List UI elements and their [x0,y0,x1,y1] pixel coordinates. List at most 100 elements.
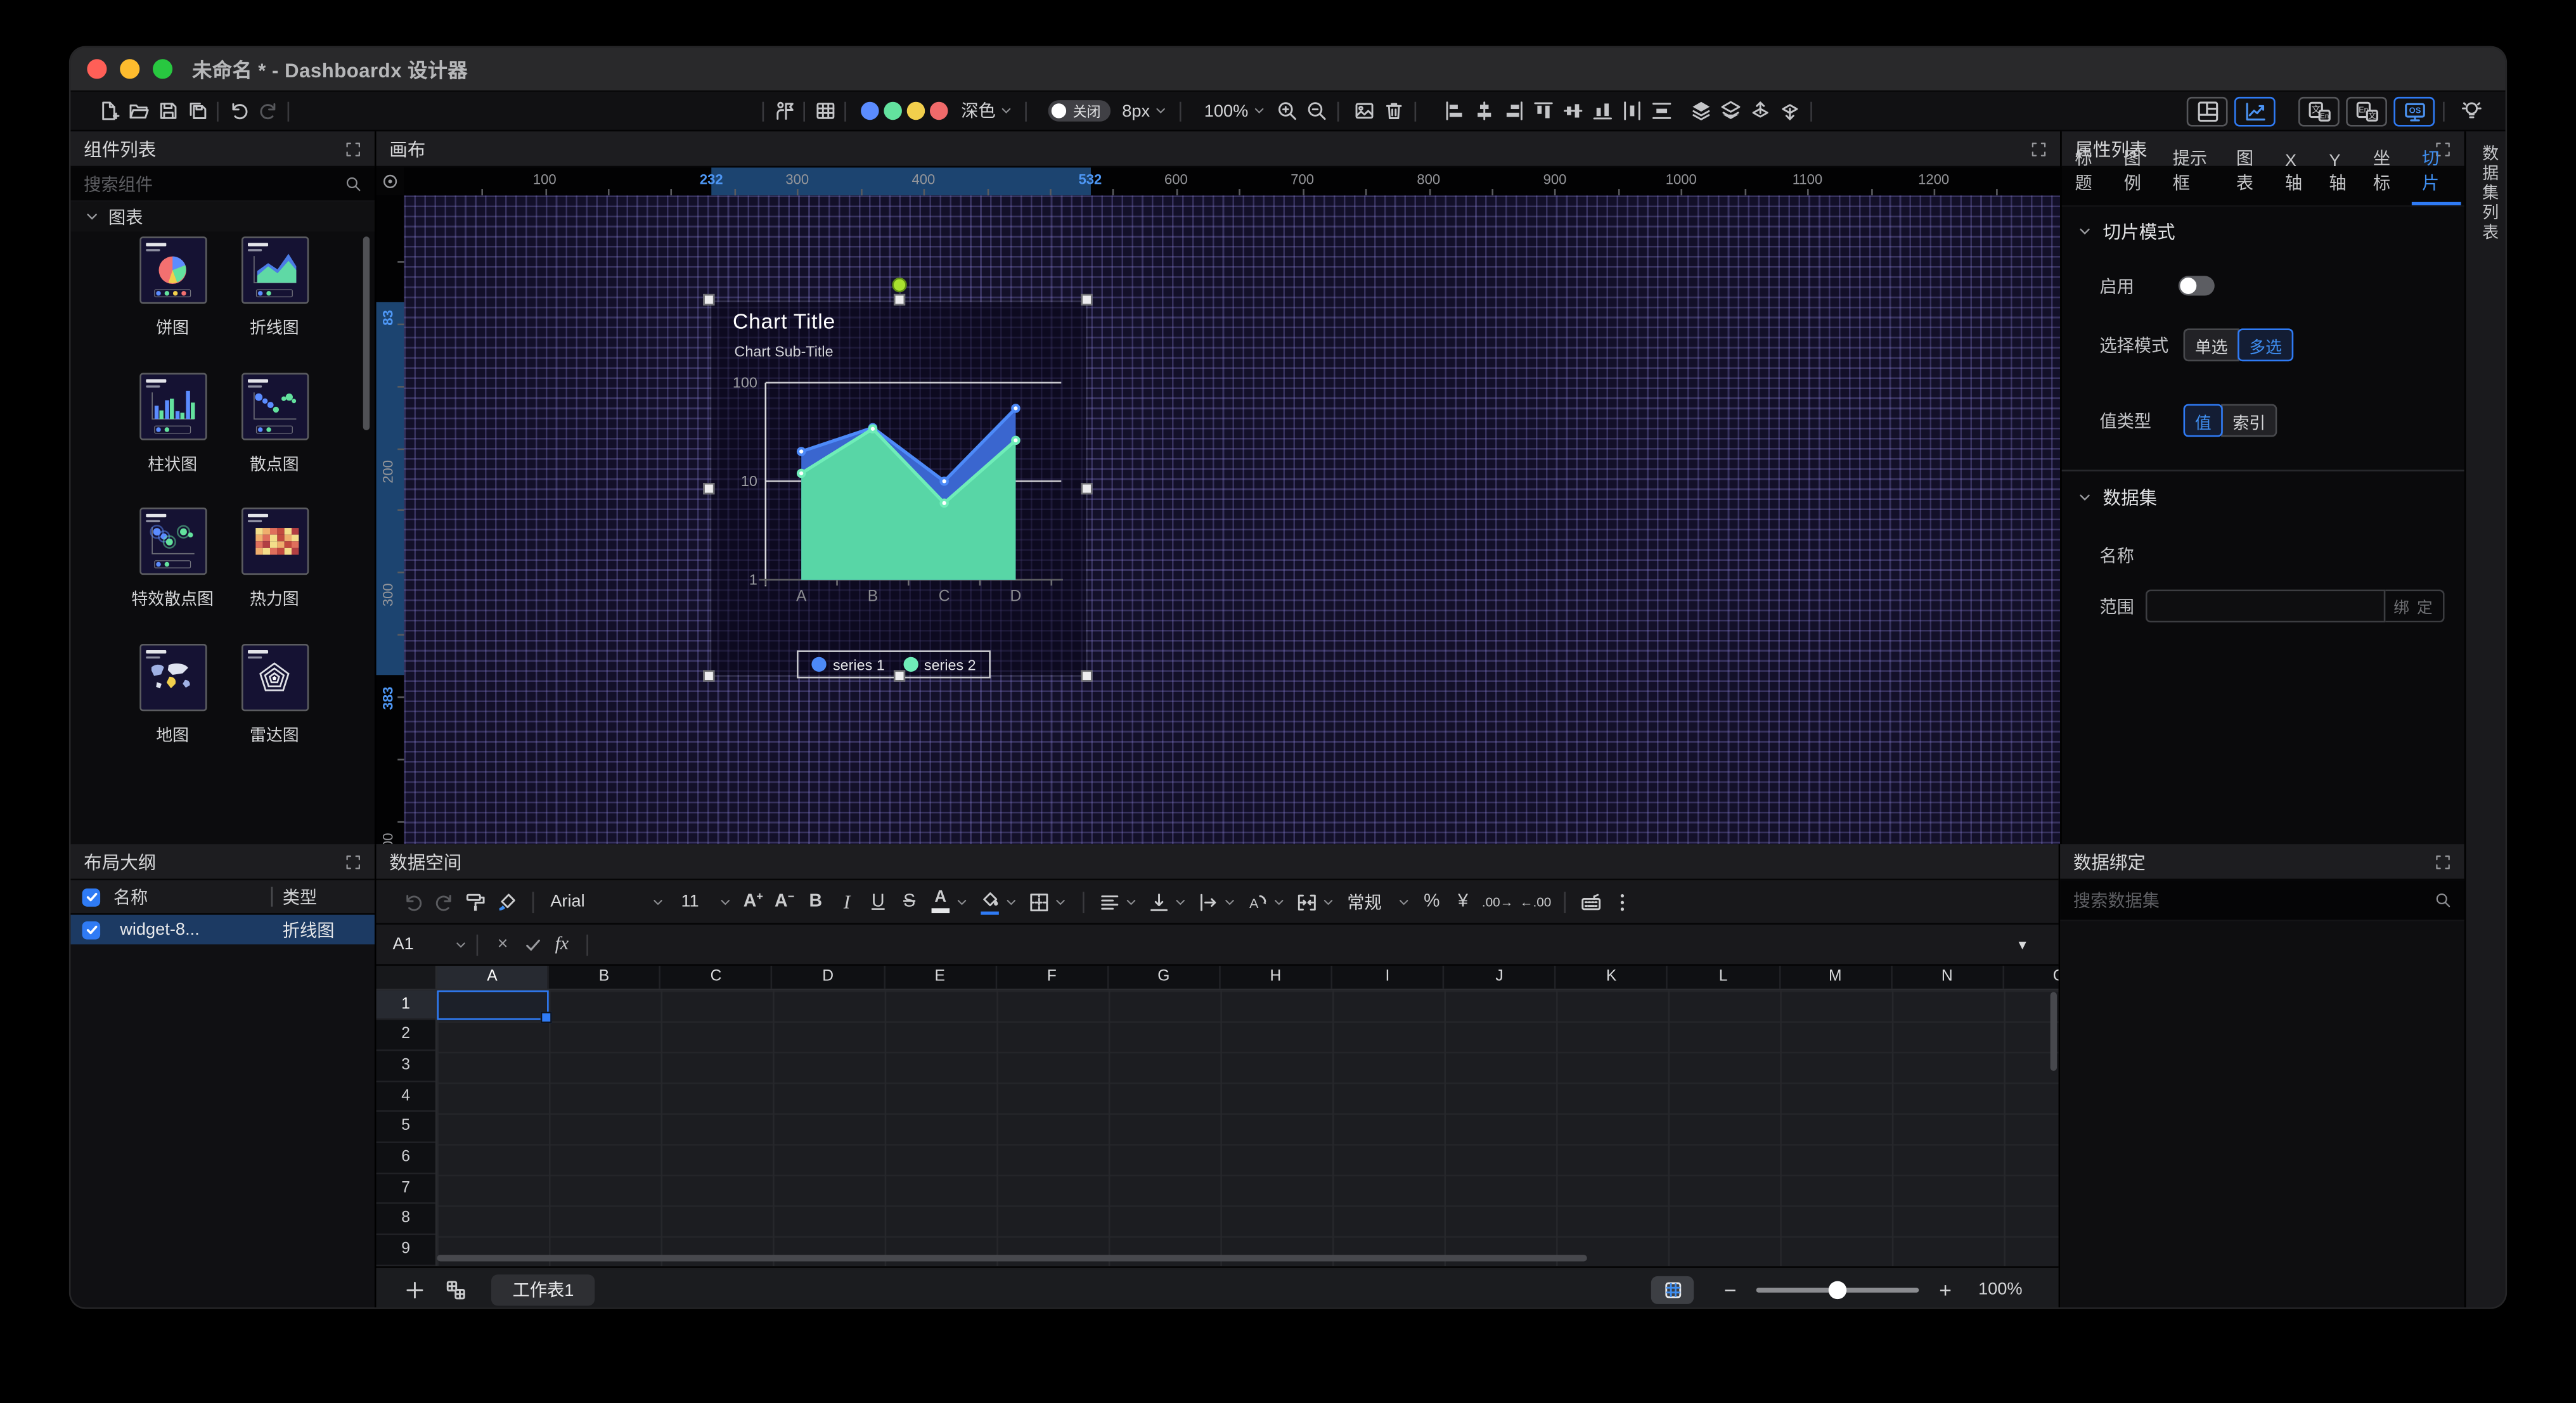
chart-mode-button[interactable] [2234,96,2276,126]
format-painter-icon[interactable] [460,880,491,924]
new-file-icon[interactable] [94,91,124,131]
chevron-down-icon[interactable] [455,939,467,950]
maximize-window-button[interactable] [153,59,172,79]
chevron-down-icon[interactable] [1005,896,1017,907]
cell-reference-box[interactable]: A1 [377,935,455,954]
borders-icon[interactable] [1024,880,1055,924]
component-item-map[interactable]: 地图 [122,643,224,745]
selection-handle-5[interactable] [1081,483,1092,494]
select-all-corner[interactable] [377,966,437,988]
theme-color-dot-1[interactable] [861,102,879,120]
confirm-entry-icon[interactable] [517,935,547,954]
component-item-scatter[interactable]: 散点图 [223,372,325,474]
row-header-9[interactable]: 9 [377,1235,435,1265]
column-header-M[interactable]: M [1780,966,1892,988]
currency-format-icon[interactable]: ¥ [1447,880,1478,924]
align-bottom-icon[interactable] [1588,91,1618,131]
column-header-C[interactable]: C [661,966,773,988]
row-header-3[interactable]: 3 [377,1051,435,1082]
redo-icon[interactable] [253,91,283,131]
row-header-7[interactable]: 7 [377,1174,435,1204]
sheet-tab[interactable]: 工作表1 [491,1274,595,1305]
chevron-down-icon[interactable] [1224,896,1235,907]
column-header-N[interactable]: N [1892,966,2004,988]
selection-handle-2[interactable] [893,294,905,305]
select-mode-single[interactable]: 单选 [2184,328,2239,361]
enable-toggle[interactable] [2179,276,2215,295]
more-options-icon[interactable] [1607,880,1638,924]
ruler-origin-icon[interactable] [377,167,404,195]
row-header-4[interactable]: 4 [377,1082,435,1112]
component-item-heatmap[interactable]: 热力图 [223,508,325,610]
zoom-in-sheet-button[interactable]: + [1929,1277,1962,1302]
save-icon[interactable] [153,91,183,131]
translate-zh-en-button[interactable]: 文En [2298,96,2340,126]
column-header-D[interactable]: D [773,966,885,988]
data-table-icon[interactable] [810,91,840,131]
layer-up-icon[interactable] [1746,91,1776,131]
sheet-list-icon[interactable] [441,1267,472,1309]
horizontal-ruler[interactable]: 100232300400532600700800900100011001200 [404,167,2061,195]
underline-icon[interactable]: U [863,880,894,924]
theme-color-dot-4[interactable] [930,102,948,120]
cells-area[interactable] [437,990,2058,1266]
column-header-K[interactable]: K [1556,966,1668,988]
number-format-select[interactable]: 常规 [1341,889,1416,914]
font-color-icon[interactable]: A [925,880,956,924]
column-header-J[interactable]: J [1445,966,1557,988]
slice-mode-section-toggle[interactable]: 切片模式 [2078,219,2175,245]
expand-outline-icon[interactable] [345,853,361,869]
grid-size-select[interactable]: 8px [1114,101,1175,120]
tab-坐标[interactable]: 坐标 [2363,139,2412,205]
value-type-index[interactable]: 索引 [2221,404,2277,437]
merge-cells-icon[interactable] [1291,880,1322,924]
bind-button[interactable]: 绑 定 [2385,589,2444,622]
expand-formula-bar-icon[interactable]: ▼ [2016,937,2029,952]
widget-name[interactable]: widget-8... [120,919,253,939]
undo-icon[interactable] [223,91,253,131]
horizontal-scrollbar[interactable] [437,1255,1587,1261]
grid-view-toggle[interactable] [1651,1276,1694,1304]
component-item-pie[interactable]: 饼图 [122,236,224,338]
select-all-checkbox[interactable] [82,888,101,906]
selection-handle-7[interactable] [893,670,905,681]
selection-handle-6[interactable] [703,670,714,681]
selection-handle-4[interactable] [703,483,714,494]
decrease-decimal-icon[interactable]: .00→ [1479,880,1517,924]
column-header-L[interactable]: L [1668,966,1781,988]
theme-select[interactable]: 深色 [953,99,1020,124]
rotate-handle[interactable] [891,278,906,292]
value-type-value[interactable]: 值 [2184,404,2223,437]
component-search-input[interactable]: 搜索组件 [70,167,374,202]
component-item-bar[interactable]: 柱状图 [122,372,224,474]
selection-handle-3[interactable] [1081,294,1092,305]
column-header-I[interactable]: I [1332,966,1445,988]
column-header-H[interactable]: H [1220,966,1332,988]
component-item-radar[interactable]: 雷达图 [223,643,325,745]
row-header-2[interactable]: 2 [377,1020,435,1051]
canvas-zoom-select[interactable]: 100% [1196,101,1273,120]
tab-X轴[interactable]: X轴 [2275,144,2319,205]
tab-标题[interactable]: 标题 [2065,139,2114,205]
legend-item-2[interactable]: series 2 [903,656,976,672]
chevron-down-icon[interactable] [1175,896,1186,907]
increase-decimal-icon[interactable]: ←.00 [1517,880,1555,924]
tooltip-toggle[interactable]: 关闭 [1048,100,1111,122]
preview-icon[interactable] [769,91,799,131]
range-input[interactable] [2146,589,2385,622]
open-file-icon[interactable] [123,91,153,131]
column-header-F[interactable]: F [996,966,1109,988]
align-center-h-icon[interactable] [1470,91,1500,131]
dataset-section-toggle[interactable]: 数据集 [2078,485,2157,511]
zoom-slider-knob[interactable] [1828,1280,1846,1298]
sheet-zoom-slider[interactable] [1756,1287,1919,1292]
select-mode-multi[interactable]: 多选 [2238,328,2293,361]
tab-图表[interactable]: 图表 [2226,139,2275,205]
zoom-out-sheet-button[interactable]: − [1714,1277,1747,1302]
expand-panel-icon[interactable] [345,141,361,157]
charts-section-toggle[interactable]: 图表 [70,202,374,232]
chevron-down-icon[interactable] [1322,896,1334,907]
cancel-entry-icon[interactable]: × [488,935,518,954]
layer-front-icon[interactable] [1687,91,1716,131]
row-header-1[interactable]: 1 [377,990,435,1020]
